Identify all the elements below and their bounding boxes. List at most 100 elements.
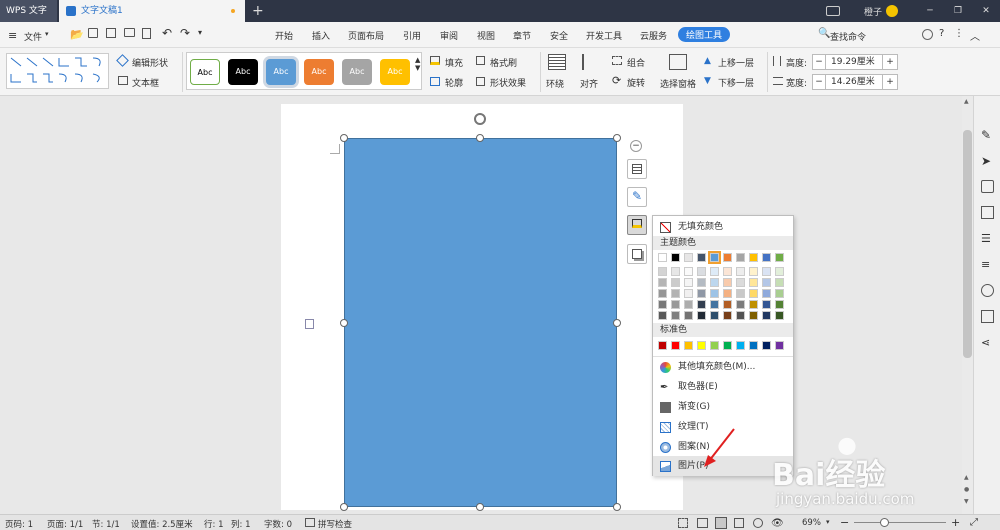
undo-icon[interactable]: ↶	[162, 26, 172, 40]
theme-shade-swatch[interactable]	[749, 289, 758, 298]
paragraph-anchor-icon[interactable]	[305, 319, 314, 329]
edit-pen-icon[interactable]: ✎	[981, 128, 994, 142]
standard-swatch[interactable]	[723, 341, 732, 350]
theme-shade-swatch[interactable]	[658, 289, 667, 298]
theme-shade-swatch[interactable]	[671, 267, 680, 276]
status-pages[interactable]: 页面: 1/1	[47, 518, 83, 530]
tab-references[interactable]: 引用	[403, 29, 421, 42]
theme-shade-swatch[interactable]	[697, 267, 706, 276]
theme-shade-swatch[interactable]	[762, 311, 771, 320]
theme-swatch[interactable]	[736, 253, 745, 262]
status-section[interactable]: 节: 1/1	[92, 518, 120, 530]
standard-swatch[interactable]	[684, 341, 693, 350]
theme-shade-swatch[interactable]	[762, 289, 771, 298]
scroll-up-icon[interactable]: ▲	[964, 98, 969, 105]
share-icon[interactable]: ⋖	[981, 336, 994, 349]
fill-icon[interactable]	[430, 56, 440, 65]
height-increase-button[interactable]: +	[882, 54, 898, 70]
theme-shade-swatch[interactable]	[697, 311, 706, 320]
text-box-button[interactable]: 文本框	[132, 76, 159, 89]
status-column[interactable]: 列: 1	[231, 518, 250, 530]
theme-shade-swatch[interactable]	[658, 267, 667, 276]
theme-shade-swatch[interactable]	[684, 300, 693, 309]
theme-shade-swatch[interactable]	[762, 267, 771, 276]
new-tab-button[interactable]: +	[252, 0, 264, 22]
theme-shade-swatch[interactable]	[671, 311, 680, 320]
theme-swatch[interactable]	[658, 253, 667, 262]
tab-drawing-tools[interactable]: 绘图工具	[678, 27, 731, 42]
group-icon[interactable]	[612, 56, 622, 65]
theme-swatch[interactable]	[762, 253, 771, 262]
theme-shade-swatch[interactable]	[684, 278, 693, 287]
theme-shade-swatch[interactable]	[671, 300, 680, 309]
eyedropper-item[interactable]: ✒ 取色器(E)	[653, 377, 793, 397]
theme-shade-swatch[interactable]	[658, 311, 667, 320]
rotate-icon[interactable]: ⟳	[612, 74, 621, 87]
style-gold[interactable]: Abc	[380, 59, 410, 85]
bring-forward-icon[interactable]: ▲	[704, 56, 711, 66]
standard-swatch[interactable]	[749, 341, 758, 350]
send-backward-icon[interactable]: ▼	[704, 76, 711, 86]
standard-swatch[interactable]	[710, 341, 719, 350]
redo-icon[interactable]: ↷	[180, 26, 190, 40]
theme-shade-swatch[interactable]	[697, 300, 706, 309]
style-white-green[interactable]: Abc	[190, 59, 220, 85]
outline-view-icon[interactable]	[734, 518, 744, 528]
resize-handle-tl[interactable]	[340, 134, 348, 142]
standard-swatch[interactable]	[775, 341, 784, 350]
theme-shade-swatch[interactable]	[736, 289, 745, 298]
tab-view[interactable]: 视图	[477, 29, 495, 42]
theme-shade-swatch[interactable]	[710, 278, 719, 287]
theme-shade-swatch[interactable]	[749, 300, 758, 309]
style-black[interactable]: Abc	[228, 59, 258, 85]
document-icon-side[interactable]	[981, 206, 994, 219]
standard-swatch[interactable]	[697, 341, 706, 350]
theme-shade-swatch[interactable]	[684, 289, 693, 298]
height-decrease-button[interactable]: −	[812, 54, 826, 70]
status-row[interactable]: 行: 1	[204, 518, 223, 530]
restore-icon[interactable]: ❐	[944, 6, 972, 16]
rotate-button[interactable]: 旋转	[627, 76, 645, 89]
ribbon-more-icon[interactable]: ⋮	[954, 28, 964, 39]
tablet-mode-icon[interactable]	[825, 6, 840, 16]
outline-button[interactable]: 轮廓	[445, 76, 463, 89]
edit-shape-button[interactable]: 编辑形状	[132, 56, 168, 69]
list-icon[interactable]: ☰	[981, 232, 994, 245]
page-view-icon[interactable]	[715, 517, 727, 529]
send-backward-button[interactable]: 下移一层	[718, 76, 754, 89]
theme-shade-swatch[interactable]	[775, 278, 784, 287]
resize-handle-ml[interactable]	[340, 319, 348, 327]
web-view-icon[interactable]	[753, 518, 763, 528]
status-page-number[interactable]: 页码: 1	[5, 518, 33, 530]
tab-document[interactable]: 文字文稿1	[59, 0, 245, 22]
theme-shade-swatch[interactable]	[749, 311, 758, 320]
theme-shade-swatch[interactable]	[775, 267, 784, 276]
file-dropdown-icon[interactable]: ▾	[45, 30, 49, 38]
tab-developer[interactable]: 开发工具	[586, 29, 622, 42]
zoom-slider-knob[interactable]	[880, 518, 889, 527]
scroll-thumb[interactable]	[963, 130, 972, 358]
theme-shade-swatch[interactable]	[736, 267, 745, 276]
spell-check-icon[interactable]	[305, 518, 315, 527]
theme-shade-swatch[interactable]	[710, 311, 719, 320]
shape-effect-button[interactable]: 形状效果	[490, 76, 526, 89]
export-icon[interactable]	[106, 28, 116, 38]
wrap-button[interactable]: 环绕	[546, 77, 564, 90]
read-mode-icon[interactable]	[697, 518, 708, 528]
search-icon[interactable]: 🔍	[818, 28, 830, 39]
theme-shade-swatch[interactable]	[710, 267, 719, 276]
theme-shade-swatch[interactable]	[710, 289, 719, 298]
theme-shade-swatch[interactable]	[697, 289, 706, 298]
status-setting-value[interactable]: 设置值: 2.5厘米	[131, 518, 193, 530]
lock-icon[interactable]	[981, 180, 994, 193]
theme-shade-swatch[interactable]	[775, 300, 784, 309]
theme-shade-swatch[interactable]	[658, 300, 667, 309]
styles-more-icon[interactable]: ▲ ▼	[415, 56, 420, 72]
resize-handle-mr[interactable]	[613, 319, 621, 327]
history-icon[interactable]	[981, 284, 994, 297]
save-icon[interactable]	[88, 28, 98, 38]
theme-shade-swatch[interactable]	[658, 278, 667, 287]
eye-protect-icon[interactable]: 👁	[771, 518, 784, 529]
user-name[interactable]: 橙子	[864, 5, 882, 18]
width-input[interactable]: 14.26厘米	[825, 74, 883, 90]
